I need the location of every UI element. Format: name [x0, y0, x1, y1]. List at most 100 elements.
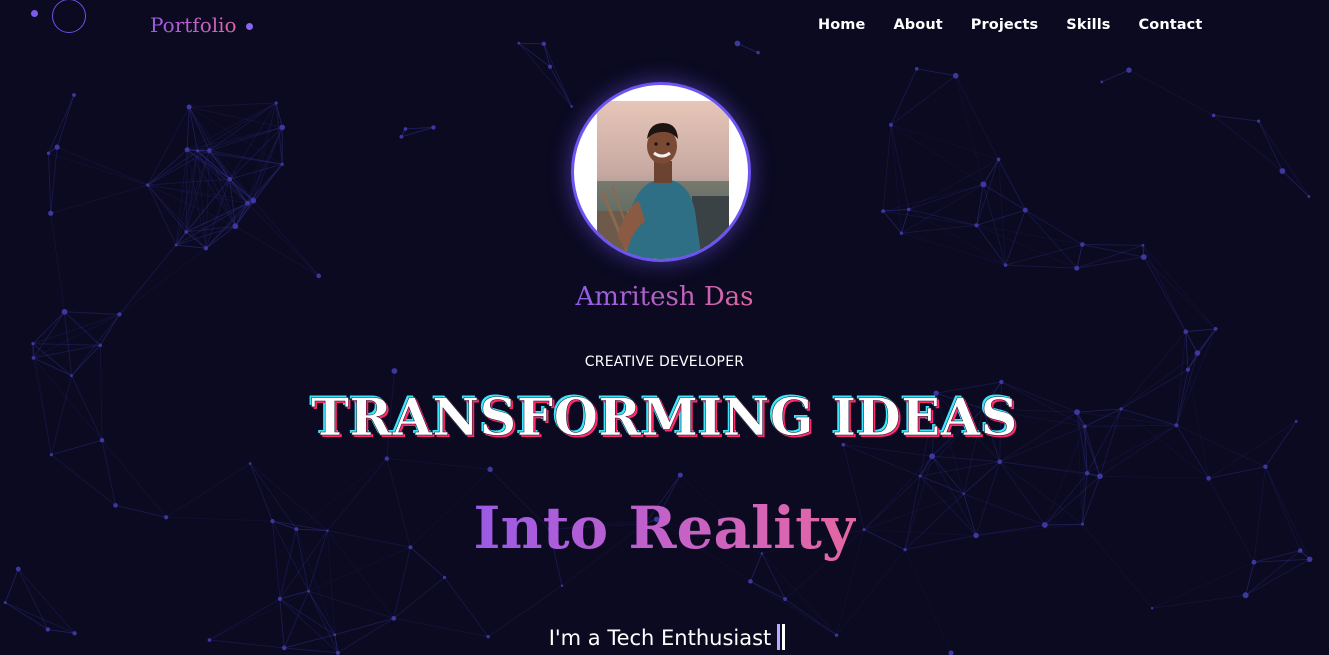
network-line — [48, 153, 52, 214]
network-line — [186, 107, 190, 150]
cursor-dot-icon — [31, 10, 38, 17]
nav-projects[interactable]: Projects — [971, 17, 1039, 33]
network-line — [205, 200, 254, 249]
network-node — [974, 223, 979, 228]
network-line — [189, 102, 277, 108]
network-line — [976, 209, 1026, 226]
logo-dot-icon — [246, 23, 253, 30]
nav-skills[interactable]: Skills — [1066, 17, 1110, 33]
network-line — [1282, 170, 1310, 197]
network-line — [750, 580, 786, 600]
network-line — [999, 461, 1100, 477]
network-line — [1128, 69, 1214, 116]
network-node — [541, 41, 547, 47]
nav-about[interactable]: About — [893, 17, 942, 33]
network-node — [914, 67, 919, 71]
network-node — [1263, 464, 1268, 469]
network-node — [54, 144, 60, 150]
hero-headline: TRANSFORMING IDEAS — [311, 388, 1018, 449]
network-node — [1150, 607, 1154, 610]
network-line — [882, 124, 892, 212]
network-line — [1099, 475, 1209, 479]
network-node — [1022, 207, 1028, 213]
network-node — [391, 615, 397, 621]
network-line — [1076, 256, 1144, 269]
network-node — [442, 575, 447, 580]
network-node — [1307, 195, 1311, 198]
network-node — [72, 93, 76, 97]
network-line — [50, 147, 58, 214]
network-line — [890, 124, 910, 210]
network-line — [393, 577, 445, 619]
network-line — [1082, 244, 1144, 258]
network-line — [1101, 69, 1130, 83]
network-node — [184, 230, 188, 234]
network-node — [1126, 67, 1132, 73]
typed-text: I'm a Tech Enthusiast — [0, 624, 1329, 650]
network-node — [3, 601, 7, 605]
network-line — [1245, 558, 1310, 596]
network-node — [952, 72, 959, 79]
network-node — [174, 243, 178, 247]
network-node — [403, 127, 408, 131]
network-node — [948, 650, 954, 655]
nav-contact[interactable]: Contact — [1139, 17, 1203, 33]
network-node — [570, 105, 573, 108]
network-line — [64, 311, 120, 315]
network-line — [549, 66, 573, 107]
network-line — [1258, 120, 1310, 197]
network-line — [883, 210, 977, 226]
network-node — [980, 181, 987, 188]
network-line — [890, 68, 918, 126]
network-node — [399, 134, 404, 139]
network-line — [836, 549, 906, 636]
network-node — [70, 374, 73, 378]
network-line — [998, 159, 1006, 266]
network-line — [916, 68, 956, 77]
network-line — [1076, 244, 1144, 269]
network-line — [64, 311, 101, 346]
nav-home[interactable]: Home — [818, 17, 865, 33]
network-node — [1211, 113, 1216, 118]
network-node — [232, 223, 239, 230]
network-line — [176, 244, 207, 249]
network-node — [117, 312, 122, 317]
logo-link[interactable]: Portfolio — [150, 13, 237, 37]
network-line — [1005, 209, 1026, 266]
network-node — [15, 566, 21, 572]
network-node — [316, 273, 322, 279]
network-line — [1245, 562, 1255, 596]
network-line — [175, 178, 231, 246]
network-line — [1258, 120, 1283, 172]
profile-avatar — [571, 82, 751, 262]
network-node — [46, 151, 51, 155]
network-line — [737, 43, 759, 53]
network-node — [1140, 254, 1147, 260]
network-line — [919, 475, 964, 495]
network-line — [308, 590, 394, 619]
network-line — [56, 146, 148, 186]
network-node — [783, 597, 787, 601]
network-line — [932, 455, 1000, 463]
network-node — [1206, 476, 1211, 481]
network-line — [955, 75, 999, 160]
network-node — [748, 579, 753, 584]
network-line — [252, 200, 320, 277]
network-line — [890, 124, 984, 185]
network-line — [56, 94, 75, 148]
network-line — [50, 184, 148, 214]
network-node — [274, 101, 278, 105]
network-line — [761, 553, 837, 636]
role-label: CREATIVE DEVELOPER — [584, 354, 745, 370]
network-node — [487, 466, 493, 473]
network-node — [384, 456, 390, 461]
hero-subheadline: Into Reality — [473, 494, 856, 562]
profile-name: Amritesh Das — [575, 282, 754, 312]
network-line — [890, 75, 957, 126]
network-line — [518, 42, 544, 45]
network-line — [1185, 328, 1216, 333]
network-node — [49, 453, 53, 457]
network-line — [386, 458, 491, 470]
network-line — [976, 184, 984, 226]
network-node — [999, 379, 1004, 385]
